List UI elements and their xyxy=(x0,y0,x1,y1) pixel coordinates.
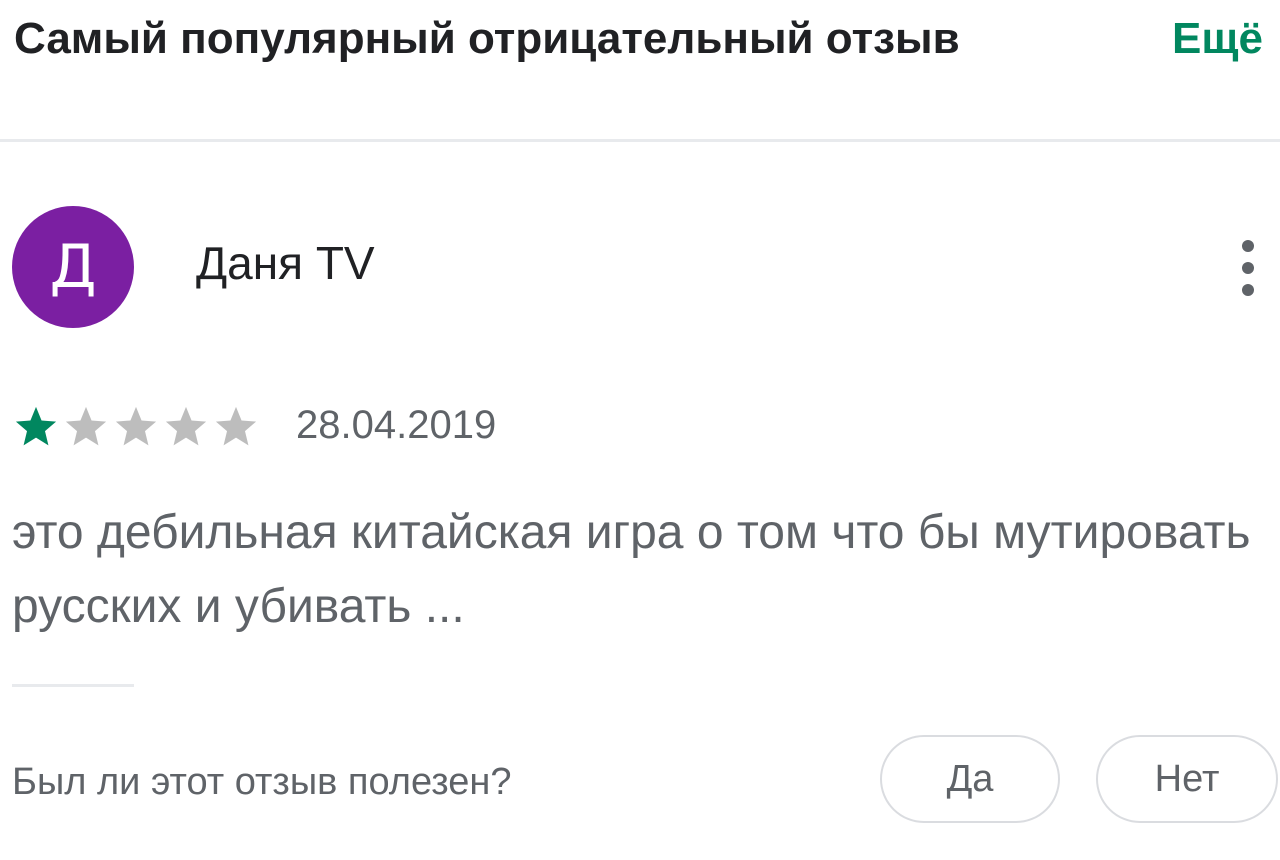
star-empty-icon xyxy=(65,406,107,446)
review-date: 28.04.2019 xyxy=(296,403,497,447)
review-text: это дебильная китайская игра о том что б… xyxy=(12,506,1251,633)
author-name: Даня TV xyxy=(196,237,375,289)
avatar-letter: Д xyxy=(49,232,97,302)
helpful-question: Был ли этот отзыв полезен? xyxy=(12,761,512,803)
helpful-no-button[interactable]: Нет xyxy=(1096,735,1278,823)
star-empty-icon xyxy=(165,406,207,446)
more-link[interactable]: Ещё xyxy=(1172,14,1263,64)
star-empty-icon xyxy=(115,406,157,446)
section-title: Самый популярный отрицательный отзыв xyxy=(14,14,960,63)
helpful-yes-button[interactable]: Да xyxy=(880,735,1060,823)
star-rating xyxy=(12,404,260,448)
header-divider xyxy=(0,139,1280,142)
more-vert-icon[interactable] xyxy=(1228,236,1268,300)
star-filled-icon xyxy=(15,406,57,446)
star-empty-icon xyxy=(215,406,257,446)
avatar: Д xyxy=(12,206,134,328)
review-divider xyxy=(12,684,134,687)
